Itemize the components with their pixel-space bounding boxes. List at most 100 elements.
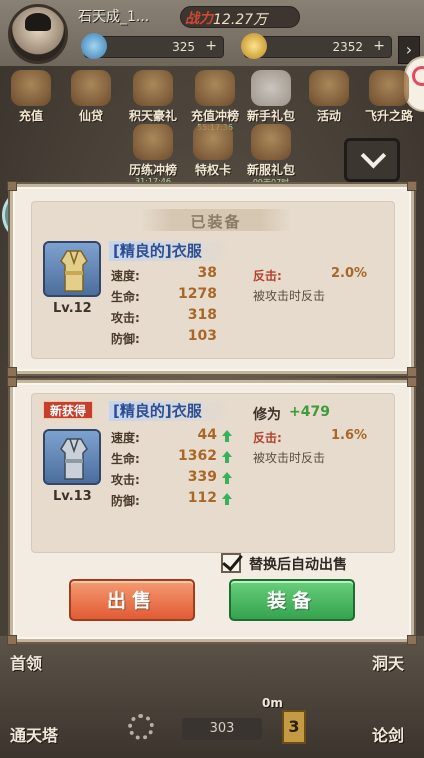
bottom-counter: 303 (182, 718, 262, 740)
stat-label-attack: 攻击: (111, 473, 140, 487)
new-item-panel: 新获得 [精良的]衣服 修为 +479 Lv.13 速度: 44 生命: 136… (7, 377, 417, 645)
equipped-title-bar: 已装备 (141, 209, 291, 231)
auto-sell-checkbox[interactable] (221, 553, 241, 573)
special-label-counter: 反击: (253, 431, 282, 445)
corner-ornament (7, 367, 17, 377)
stat-value-defense: 112 (187, 490, 217, 506)
tower-entry-label[interactable]: 通天塔 (10, 722, 58, 746)
stat-label-hp: 生命: (111, 452, 140, 466)
menu-training-ranking[interactable]: 历练冲榜 31:17:46 (126, 124, 180, 186)
stat-value-hp: 1362 (178, 448, 217, 464)
menu-label: 特权卡 (194, 163, 231, 177)
new-item-name: [精良的]衣服 (109, 401, 230, 421)
equipped-title: 已装备 (190, 213, 242, 231)
robe-icon (60, 438, 88, 480)
boss-entry-label[interactable]: 首领 (10, 650, 42, 674)
equipped-item-icon-slot[interactable] (43, 241, 101, 297)
power-label: 战力 (185, 11, 213, 27)
menu-recharge-ranking[interactable]: 充值冲榜 55:17:36 (188, 70, 242, 132)
stat-value-attack: 318 (187, 307, 217, 323)
card-icon (193, 124, 233, 160)
jade-currency-bar: 325 + (81, 33, 224, 59)
menu-new-server-pack[interactable]: 新服礼包 09天07时 (244, 124, 298, 188)
player-name: 石天成_1... (78, 9, 150, 25)
menu-label: 充值 (18, 109, 43, 123)
sell-button[interactable]: 出售 (69, 579, 195, 621)
stat-label-defense: 防御: (111, 494, 140, 508)
stat-value-attack: 339 (187, 469, 217, 485)
gold-value: 2352 (332, 40, 363, 54)
menu-events[interactable]: 活动 (302, 70, 356, 124)
new-obtained-badge: 新获得 (43, 401, 94, 419)
cultivation-value: +479 (289, 404, 330, 420)
menu-label: 飞升之路 (364, 109, 413, 123)
menu-label: 仙贷 (78, 109, 103, 123)
chevron-down-icon (360, 143, 387, 169)
collapse-menu-button[interactable] (344, 138, 400, 182)
menu-newbie-pack[interactable]: 新手礼包 (244, 70, 298, 124)
stat-value-speed: 38 (197, 265, 217, 281)
menu-label: 新服礼包 (246, 163, 295, 177)
menu-label: 充值冲榜 (190, 109, 239, 123)
stat-value-defense: 103 (187, 328, 217, 344)
corner-ornament (407, 377, 417, 387)
player-avatar[interactable] (8, 4, 68, 64)
cave-entry-label[interactable]: 洞天 (372, 650, 404, 674)
special-label-counter: 反击: (253, 269, 282, 283)
equipped-item-name: [精良的]衣服 (109, 241, 230, 261)
new-item-level: Lv.13 (53, 489, 92, 504)
menu-label: 积天豪礼 (128, 109, 177, 123)
corner-ornament (407, 367, 417, 377)
stat-value-speed: 44 (197, 427, 217, 443)
ascension-icon (369, 70, 409, 106)
menu-privilege-card[interactable]: 特权卡 (186, 124, 240, 178)
menu-label: 活动 (316, 109, 341, 123)
loan-icon (71, 70, 111, 106)
special-value-counter: 2.0% (331, 266, 368, 281)
equipped-item-panel: 已装备 Lv.12 [精良的]衣服 速度: 38 生命: 1278 攻击: 31… (7, 181, 417, 377)
new-item-icon-slot[interactable] (43, 429, 101, 485)
equip-button[interactable]: 装备 (229, 579, 355, 621)
gear-icon[interactable] (128, 714, 154, 740)
menu-ascension[interactable]: 飞升之路 (362, 70, 416, 124)
combat-power-box: 战力 12.27万 (180, 6, 300, 28)
bottom-tag: 0m (262, 696, 283, 710)
corner-ornament (407, 635, 417, 645)
menu-label: 历练冲榜 (128, 163, 177, 177)
gold-coin-icon (241, 33, 267, 59)
top-status-bar: 石天成_1... 战力 12.27万 325 + 2352 + (0, 0, 424, 66)
cultivation-label: 修为 (253, 407, 281, 423)
level-badge[interactable]: 3 (282, 710, 306, 744)
stat-label-speed: 速度: (111, 269, 140, 283)
equipped-item-level: Lv.12 (53, 301, 92, 316)
gift-icon (133, 70, 173, 106)
stat-up-arrow-icon (222, 451, 232, 463)
special-desc: 被攻击时反击 (253, 451, 326, 465)
special-desc: 被攻击时反击 (253, 289, 326, 303)
menu-daily-gift[interactable]: 积天豪礼 (126, 70, 180, 124)
stat-value-hp: 1278 (178, 286, 217, 302)
add-gold-button[interactable]: + (373, 38, 385, 54)
gold-currency-bar: 2352 + (241, 33, 392, 59)
recharge-icon (11, 70, 51, 106)
duel-entry-label[interactable]: 论剑 (372, 722, 404, 746)
ranking-icon (195, 70, 235, 106)
power-value: 12.27万 (213, 12, 268, 28)
stat-label-attack: 攻击: (111, 311, 140, 325)
corner-ornament (407, 181, 417, 191)
menu-recharge[interactable]: 充值 (4, 70, 58, 124)
corner-ornament (7, 635, 17, 645)
auto-sell-label[interactable]: 替换后自动出售 (249, 554, 347, 574)
corner-ornament (7, 181, 17, 191)
menu-label: 新手礼包 (246, 109, 295, 123)
stat-label-defense: 防御: (111, 332, 140, 346)
stat-label-hp: 生命: (111, 290, 140, 304)
jade-icon (81, 33, 107, 59)
stat-up-arrow-icon (222, 430, 232, 442)
menu-loan[interactable]: 仙贷 (64, 70, 118, 124)
stat-label-speed: 速度: (111, 431, 140, 445)
corner-ornament (7, 377, 17, 387)
add-jade-button[interactable]: + (205, 38, 217, 54)
gift-box-icon (251, 124, 291, 160)
rabbit-icon (251, 70, 291, 106)
